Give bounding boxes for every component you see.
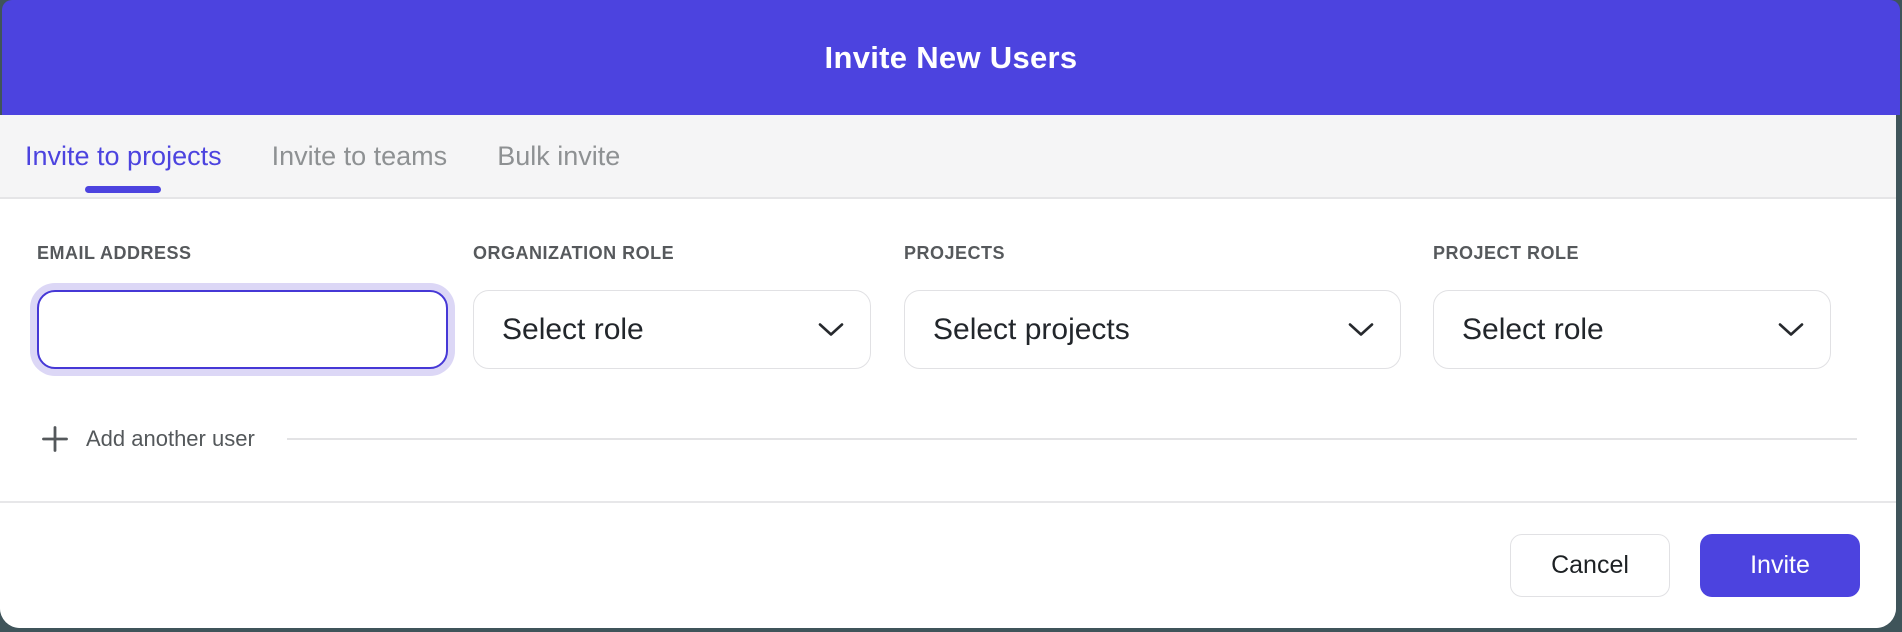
organization-role-group: ORGANIZATION ROLE Select role <box>473 243 871 369</box>
email-address-input[interactable] <box>37 290 448 369</box>
page-background: Invite New Users Invite to projects Invi… <box>0 0 1902 632</box>
tab-label: Invite to projects <box>25 141 222 172</box>
project-role-select[interactable]: Select role <box>1433 290 1831 369</box>
tab-invite-to-projects[interactable]: Invite to projects <box>25 115 222 197</box>
tab-label: Invite to teams <box>272 141 448 172</box>
plus-icon <box>42 426 68 452</box>
chevron-down-icon <box>1348 322 1374 337</box>
projects-group: PROJECTS Select projects <box>904 243 1401 369</box>
user-invite-row: EMAIL ADDRESS ORGANIZATION ROLE Select r… <box>0 199 1896 369</box>
add-another-user-button[interactable]: Add another user <box>86 426 255 452</box>
organization-role-select[interactable]: Select role <box>473 290 871 369</box>
project-role-label: PROJECT ROLE <box>1433 243 1831 263</box>
projects-label: PROJECTS <box>904 243 1401 263</box>
email-address-label: EMAIL ADDRESS <box>37 243 448 263</box>
tab-label: Bulk invite <box>497 141 620 172</box>
chevron-down-icon <box>818 322 844 337</box>
form-content: EMAIL ADDRESS ORGANIZATION ROLE Select r… <box>0 199 1896 501</box>
modal-title: Invite New Users <box>825 40 1078 76</box>
cancel-button[interactable]: Cancel <box>1510 534 1670 597</box>
email-field-group: EMAIL ADDRESS <box>37 243 448 369</box>
project-role-group: PROJECT ROLE Select role <box>1433 243 1831 369</box>
tab-bulk-invite[interactable]: Bulk invite <box>497 115 620 197</box>
organization-role-label: ORGANIZATION ROLE <box>473 243 871 263</box>
select-value: Select role <box>1462 313 1604 347</box>
chevron-down-icon <box>1778 322 1804 337</box>
modal-footer: Cancel Invite <box>0 501 1896 628</box>
modal-header: Invite New Users <box>2 0 1900 115</box>
active-tab-indicator <box>85 186 161 193</box>
tab-invite-to-teams[interactable]: Invite to teams <box>272 115 448 197</box>
select-value: Select projects <box>933 313 1130 347</box>
invite-button[interactable]: Invite <box>1700 534 1860 597</box>
select-value: Select role <box>502 313 644 347</box>
projects-select[interactable]: Select projects <box>904 290 1401 369</box>
divider-line <box>287 438 1857 440</box>
add-another-user-row: Add another user <box>42 426 1857 452</box>
invite-modal: Invite to projects Invite to teams Bulk … <box>0 115 1896 628</box>
tab-bar: Invite to projects Invite to teams Bulk … <box>0 115 1896 199</box>
